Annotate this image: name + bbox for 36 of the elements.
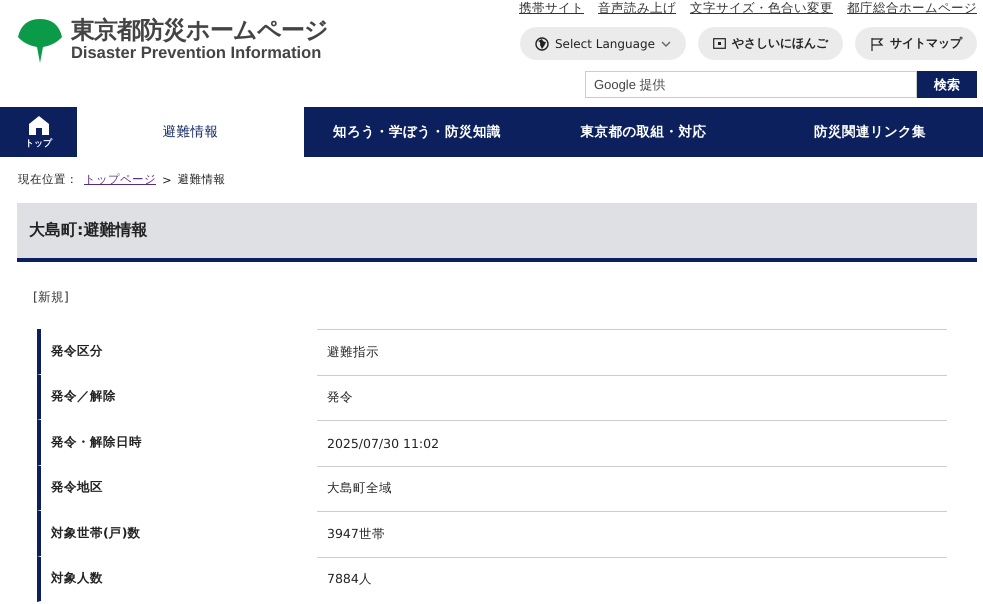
row-header: 対象人数	[37, 556, 317, 602]
breadcrumb-separator: >	[162, 172, 172, 186]
utility-link[interactable]: 文字サイズ・色合い変更	[690, 0, 833, 17]
row-header: 発令地区	[37, 466, 317, 511]
table-cell: 大島町全域	[317, 466, 947, 511]
row-header: 対象世帯(戸)数	[37, 511, 317, 556]
ginkgo-leaf-logo	[17, 16, 63, 62]
breadcrumb-label: 現在位置：	[18, 172, 78, 187]
nav-tab[interactable]: 避難情報	[77, 107, 304, 157]
search-button[interactable]: 検索	[917, 71, 977, 98]
easy-japanese-button[interactable]: やさしいにほんご	[698, 27, 843, 60]
table-cell: 2025/07/30 11:02	[317, 420, 947, 466]
sitemap-button[interactable]: サイトマップ	[855, 27, 977, 60]
breadcrumb-current: 避難情報	[178, 172, 226, 187]
status-label: [新規]	[33, 289, 70, 306]
search-field[interactable]: Google 提供	[585, 71, 917, 98]
language-button[interactable]: Select Language	[520, 27, 686, 60]
breadcrumb-link[interactable]: トップページ	[84, 172, 156, 187]
row-header: 発令・解除日時	[37, 420, 317, 466]
site-title: 東京都防災ホームページ	[71, 16, 328, 44]
house-icon	[28, 114, 50, 134]
page-heading: 大島町:避難情報	[17, 203, 977, 262]
site-subtitle: Disaster Prevention Information	[71, 44, 322, 63]
table-cell: 発令	[317, 374, 947, 420]
table-cell: 避難指示	[317, 329, 947, 374]
table-cell: 3947世帯	[317, 511, 947, 556]
utility-link[interactable]: 音声読み上げ	[598, 0, 676, 17]
utility-link[interactable]: 携帯サイト	[519, 0, 584, 17]
globe-icon	[534, 36, 549, 50]
row-header: 発令区分	[37, 329, 317, 374]
table-cell: 7884人	[317, 556, 947, 602]
row-header: 発令／解除	[37, 374, 317, 420]
home-link[interactable]: トップ	[0, 107, 77, 157]
chevron-down-icon	[661, 40, 671, 46]
flag-icon	[870, 36, 884, 50]
utility-link[interactable]: 都庁総合ホームページ	[847, 0, 977, 17]
